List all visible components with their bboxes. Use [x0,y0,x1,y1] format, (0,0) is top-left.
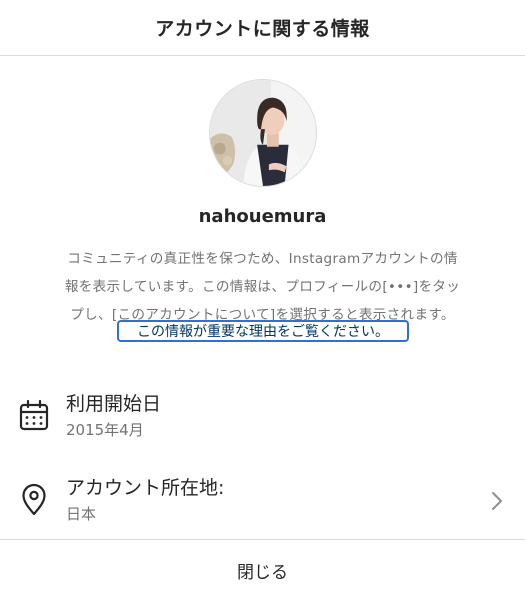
joined-date-value: 2015年4月 [66,421,144,439]
account-location-label: アカウント所在地: [66,477,225,499]
dialog-footer: 閉じる [0,539,525,600]
account-info-dialog: アカウントに関する情報 nahouemura コミュニティの真正性を保つため、I… [0,0,525,600]
close-button[interactable]: 閉じる [217,550,308,591]
joined-date-label: 利用開始日 [66,393,162,415]
description-line: 報を表示しています。この情報は、プロフィールの[•••]をタッ [64,279,461,295]
dialog-title: アカウントに関する情報 [155,18,370,40]
description-line: コミュニティの真正性を保つため、Instagramアカウントの情 [67,251,458,267]
username: nahouemura [198,206,327,227]
learn-more-link[interactable]: この情報が重要な理由をご覧ください。 [117,320,409,342]
account-location-row[interactable]: アカウント所在地: 日本 [0,469,525,533]
avatar [209,79,317,187]
description: コミュニティの真正性を保つため、Instagramアカウントの情 報を表示してい… [26,245,499,329]
location-pin-icon [18,483,50,517]
avatar-image [210,80,316,186]
calendar-icon [18,399,50,433]
account-location-value: 日本 [66,505,97,523]
dialog-header: アカウントに関する情報 [0,0,525,56]
joined-date-row: 利用開始日 2015年4月 [0,385,525,449]
chevron-right-icon [491,491,503,511]
